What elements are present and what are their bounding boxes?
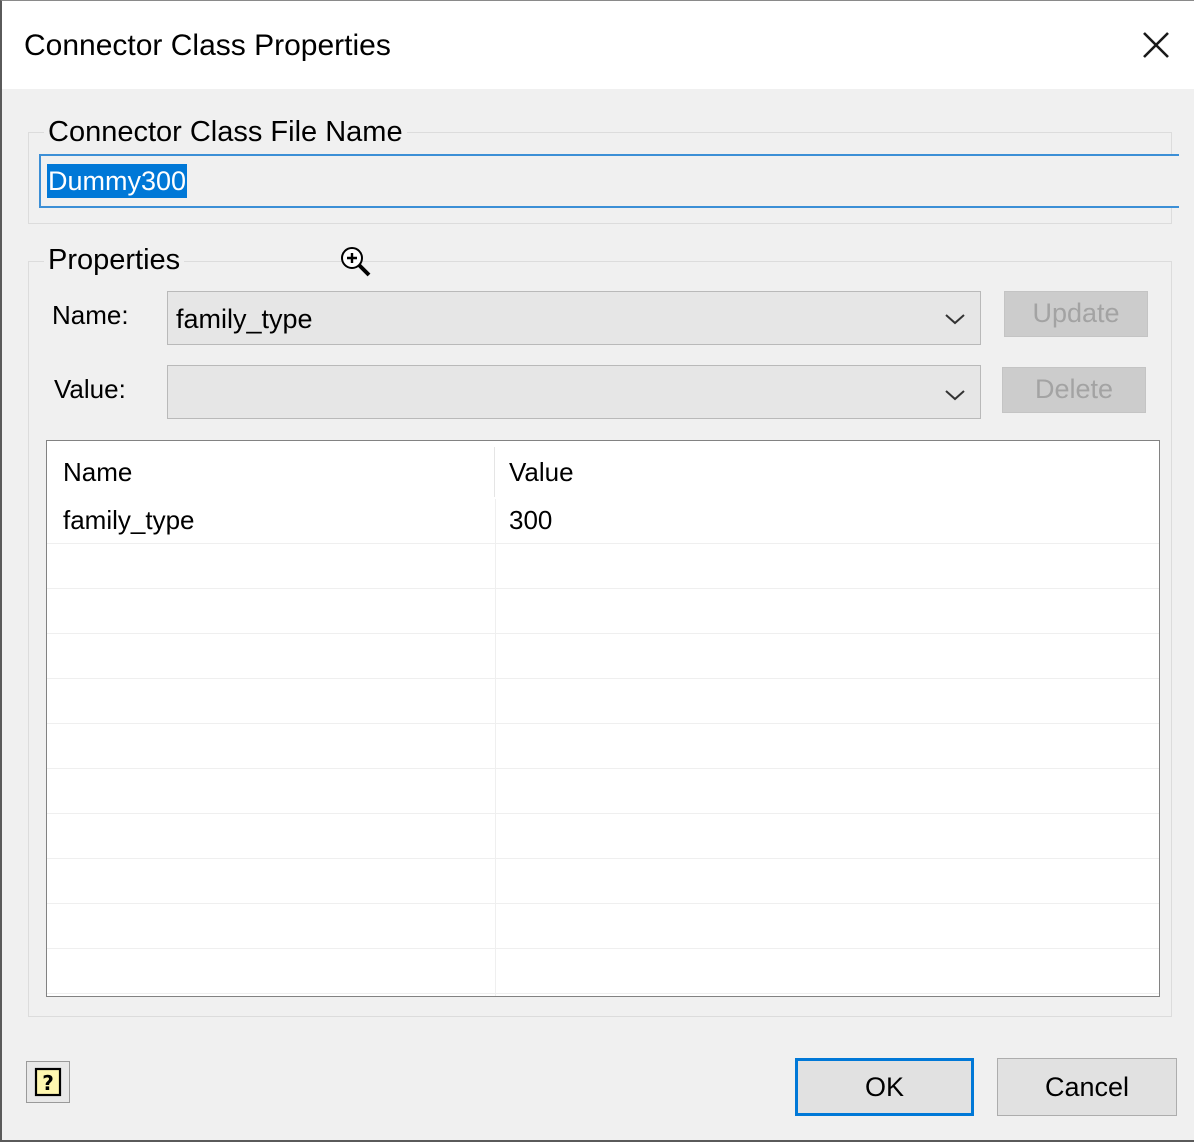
zoom-cursor-icon [341, 247, 371, 277]
delete-button[interactable]: Delete [1002, 367, 1146, 413]
table-row[interactable]: family_type 300 [47, 499, 1159, 544]
help-icon: ? [34, 1067, 62, 1097]
connector-class-file-name-input[interactable]: Dummy300 [39, 154, 1179, 208]
update-button[interactable]: Update [1004, 291, 1148, 337]
table-row[interactable] [47, 679, 1159, 724]
title-bar: Connector Class Properties [2, 1, 1194, 89]
list-header: Name Value [47, 441, 1159, 499]
table-row[interactable] [47, 544, 1159, 589]
close-icon [1143, 32, 1169, 58]
chevron-down-icon [945, 314, 965, 325]
cancel-button[interactable]: Cancel [997, 1058, 1177, 1116]
ok-button[interactable]: OK [795, 1058, 974, 1116]
table-row[interactable] [47, 724, 1159, 769]
connector-class-properties-dialog: Connector Class Properties Connector Cla… [0, 0, 1194, 1142]
name-combobox-value: family_type [176, 304, 313, 334]
table-row[interactable] [47, 589, 1159, 634]
filename-selected-text: Dummy300 [47, 164, 188, 198]
help-button[interactable]: ? [26, 1061, 70, 1103]
table-row[interactable] [47, 769, 1159, 814]
column-header-value[interactable]: Value [509, 457, 574, 488]
properties-group-legend: Properties [44, 244, 185, 277]
column-header-name[interactable]: Name [63, 457, 132, 488]
table-row[interactable] [47, 904, 1159, 949]
column-divider[interactable] [494, 447, 495, 497]
table-row[interactable] [47, 949, 1159, 994]
svg-text:?: ? [42, 1071, 54, 1095]
name-combobox[interactable]: family_type [167, 291, 981, 345]
chevron-down-icon [945, 390, 965, 401]
name-label: Name: [52, 300, 129, 330]
list-rows: family_type 300 [47, 499, 1159, 994]
file-name-group-legend: Connector Class File Name [44, 116, 407, 149]
close-button[interactable] [1136, 25, 1176, 65]
table-row[interactable] [47, 634, 1159, 679]
column-grid-line [495, 499, 496, 996]
properties-list[interactable]: Name Value family_type 300 [46, 440, 1160, 997]
table-row[interactable] [47, 859, 1159, 904]
dialog-title: Connector Class Properties [24, 29, 391, 62]
table-row[interactable] [47, 814, 1159, 859]
cell-name: family_type [63, 505, 195, 535]
value-combobox[interactable] [167, 365, 981, 419]
cell-value: 300 [509, 505, 553, 535]
value-label: Value: [54, 374, 126, 404]
